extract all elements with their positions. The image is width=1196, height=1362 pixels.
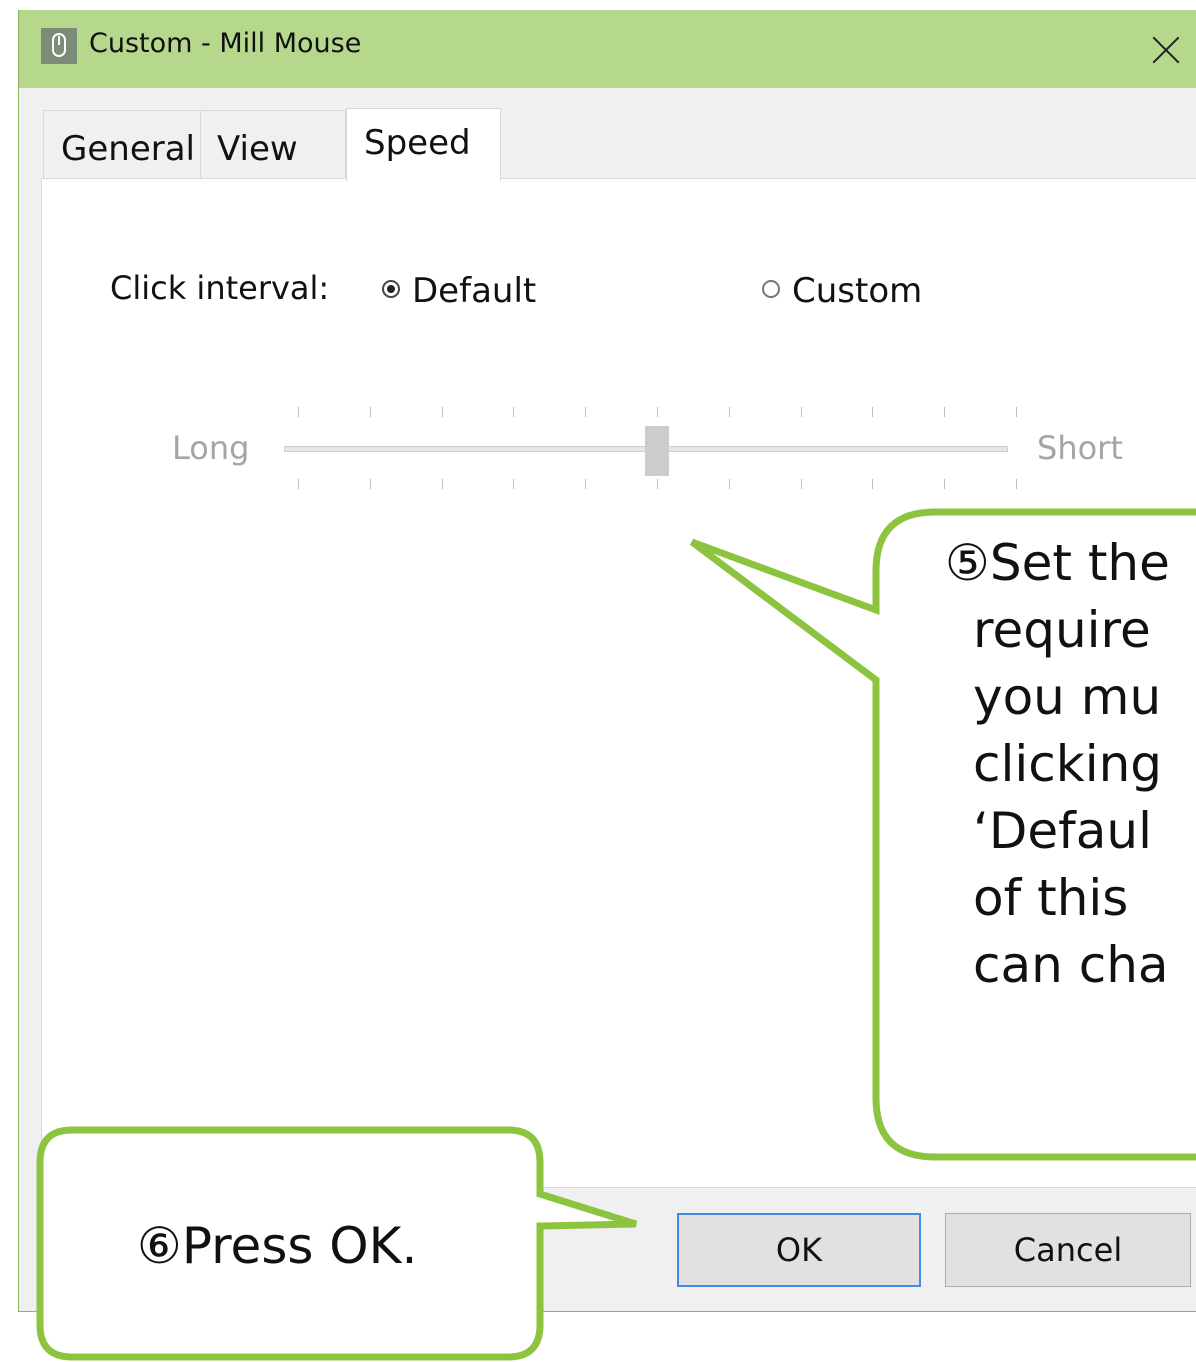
callout-step5-line: ⑤Set the (945, 534, 1170, 592)
callout-step5-line: can cha (973, 936, 1169, 994)
callout-step5-line: require (973, 601, 1151, 659)
tab-speed-label: Speed (364, 123, 471, 163)
tab-speed[interactable]: Speed (346, 108, 501, 182)
callout-step5-line: you mu (973, 668, 1162, 726)
callout-step5-line: clicking (973, 735, 1163, 793)
callout-step5-text: ⑤Set the require you mu clicking ‘Defaul… (945, 530, 1196, 1130)
callout-step5-line: of this (973, 869, 1129, 927)
callout-step5-line: ‘Defaul (973, 802, 1152, 860)
callout-step6-text: ⑥Press OK. (137, 1217, 418, 1275)
